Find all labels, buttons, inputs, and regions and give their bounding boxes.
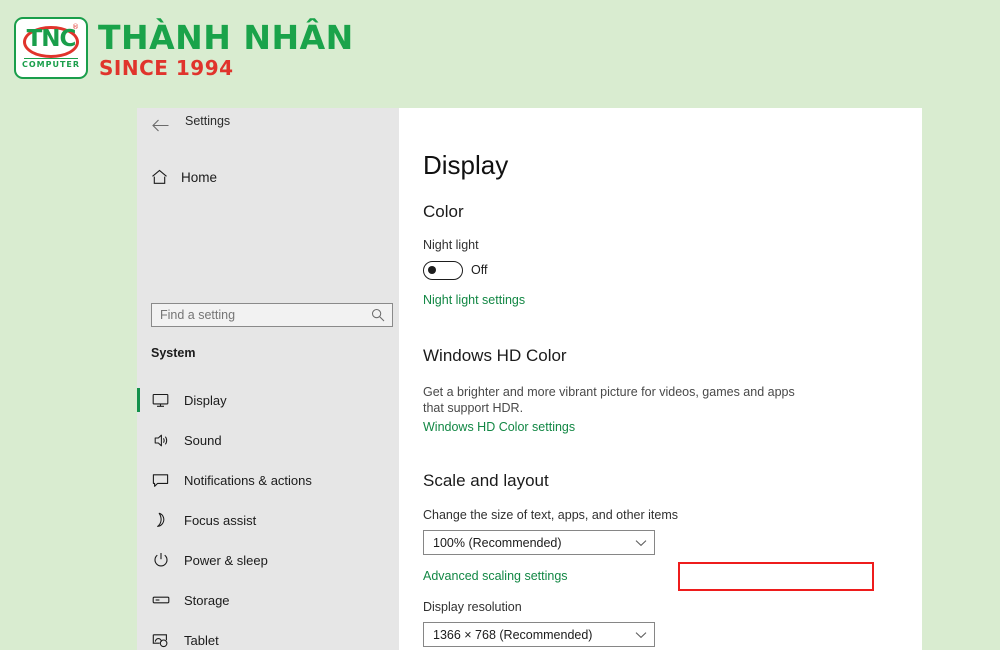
sidebar-item-display-label: Display: [184, 392, 227, 408]
active-indicator: [137, 508, 140, 532]
sidebar-item-partial[interactable]: [137, 620, 399, 650]
power-icon: [137, 552, 184, 568]
home-icon: [137, 169, 181, 185]
advanced-scaling-settings-link[interactable]: Advanced scaling settings: [423, 569, 568, 583]
sidebar-item-sound-label: Sound: [184, 432, 222, 448]
logo-subtitle: COMPUTER: [21, 60, 81, 69]
page-title: Display: [423, 150, 509, 180]
search-box[interactable]: [151, 303, 393, 327]
hd-color-description: Get a brighter and more vibrant picture …: [423, 385, 795, 415]
display-resolution-dropdown[interactable]: 1366 × 768 (Recommended): [423, 622, 655, 647]
scale-dropdown[interactable]: 100% (Recommended): [423, 530, 655, 555]
night-light-state: Off: [471, 263, 488, 277]
sidebar-item-home-label: Home: [181, 169, 218, 185]
notification-icon: [137, 473, 184, 488]
hd-color-settings-link[interactable]: Windows HD Color settings: [423, 420, 575, 434]
active-indicator: [137, 548, 140, 572]
active-indicator: [137, 588, 140, 612]
scale-label: Change the size of text, apps, and other…: [423, 508, 679, 522]
section-heading-hd-color: Windows HD Color: [423, 346, 567, 365]
active-indicator: [137, 428, 140, 452]
night-light-settings-link[interactable]: Night light settings: [423, 293, 525, 307]
back-button[interactable]: [146, 112, 174, 138]
logo-registered-icon: ®: [72, 23, 79, 31]
display-resolution-label: Display resolution: [423, 600, 522, 614]
sidebar-item-power-sleep-label: Power & sleep: [184, 552, 268, 568]
section-heading-scale-layout: Scale and layout: [423, 471, 549, 490]
partial-icon: [137, 628, 184, 643]
sidebar-item-notifications-label: Notifications & actions: [184, 472, 312, 488]
sidebar-item-focus-assist-label: Focus assist: [184, 512, 257, 528]
night-light-label: Night light: [423, 238, 479, 252]
sidebar-item-storage[interactable]: Storage: [137, 580, 399, 620]
sidebar-item-notifications[interactable]: Notifications & actions: [137, 460, 399, 500]
sidebar-item-storage-label: Storage: [184, 592, 230, 608]
sidebar-group-heading: System: [151, 346, 196, 360]
sidebar-item-power-sleep[interactable]: Power & sleep: [137, 540, 399, 580]
toggle-knob: [428, 266, 436, 274]
back-arrow-icon: [151, 119, 168, 131]
active-indicator: [137, 468, 140, 492]
active-indicator: [137, 388, 140, 412]
tnc-logo: TNC ® COMPUTER: [14, 17, 88, 79]
display-resolution-value: 1366 × 768 (Recommended): [433, 627, 593, 642]
sidebar-nav-list: Display Sound Notifications & actions Fo…: [137, 380, 399, 650]
content-pane: Display Color Night light Off Night ligh…: [399, 108, 922, 650]
storage-icon: [137, 594, 184, 606]
brand-since: SINCE 1994: [99, 56, 234, 80]
logo-tnc-text: TNC: [26, 26, 77, 52]
chevron-down-icon: [628, 539, 654, 547]
moon-icon: [137, 512, 184, 528]
logo-divider: [24, 58, 78, 59]
brand-name: THÀNH NHÂN: [98, 18, 354, 57]
highlight-box: [678, 562, 874, 591]
speaker-icon: [137, 433, 184, 448]
search-icon[interactable]: [365, 308, 391, 322]
sidebar-item-display[interactable]: Display: [137, 380, 399, 420]
sidebar-item-focus-assist[interactable]: Focus assist: [137, 500, 399, 540]
search-input[interactable]: [152, 305, 365, 325]
settings-window: Settings Home System: [137, 108, 922, 650]
window-title: Settings: [185, 114, 231, 128]
chevron-down-icon: [628, 631, 654, 639]
night-light-toggle[interactable]: [423, 261, 463, 280]
sidebar-item-sound[interactable]: Sound: [137, 420, 399, 460]
section-heading-color: Color: [423, 202, 464, 221]
scale-dropdown-value: 100% (Recommended): [433, 535, 562, 550]
titlebar: Settings: [137, 108, 399, 142]
brand-header: TNC ® COMPUTER THÀNH NHÂN SINCE 1994: [0, 0, 1000, 100]
sidebar: Settings Home System: [137, 108, 399, 650]
sidebar-item-home[interactable]: Home: [137, 164, 399, 190]
monitor-icon: [137, 393, 184, 408]
